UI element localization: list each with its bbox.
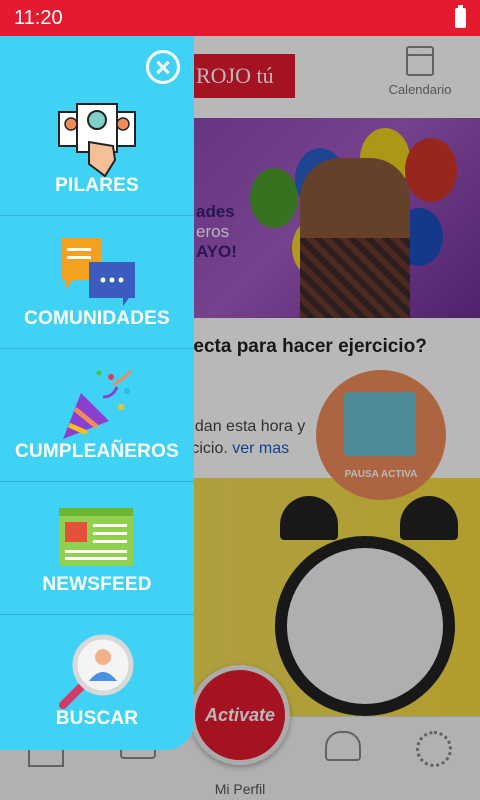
close-icon[interactable] — [146, 50, 180, 84]
menu-item-label: COMUNIDADES — [24, 308, 170, 329]
menu-item-label: NEWSFEED — [42, 574, 152, 595]
menu-item-pilares[interactable]: PILARES — [0, 84, 194, 216]
menu-item-newsfeed[interactable]: NEWSFEED — [0, 482, 194, 615]
menu-item-comunidades[interactable]: COMUNIDADES — [0, 216, 194, 349]
party-popper-icon — [63, 369, 133, 439]
search-user-icon — [59, 634, 134, 709]
menu-item-label: BUSCAR — [55, 708, 139, 729]
status-bar: 11:20 — [0, 0, 480, 36]
menu-item-cumpleaneros[interactable]: CUMPLEAÑEROS — [0, 349, 194, 482]
status-time: 11:20 — [14, 6, 63, 29]
chat-bubbles-icon — [61, 238, 135, 306]
side-drawer: PILARES COMUNIDADES CUMPLEAÑEROS NEWSFEE… — [0, 36, 194, 750]
menu-item-buscar[interactable]: BUSCAR — [0, 615, 194, 748]
pillars-icon — [58, 103, 136, 178]
menu-item-label: CUMPLEAÑEROS — [15, 441, 179, 462]
battery-icon — [455, 5, 466, 28]
menu-item-label: PILARES — [55, 175, 139, 196]
newspaper-icon — [59, 508, 133, 566]
